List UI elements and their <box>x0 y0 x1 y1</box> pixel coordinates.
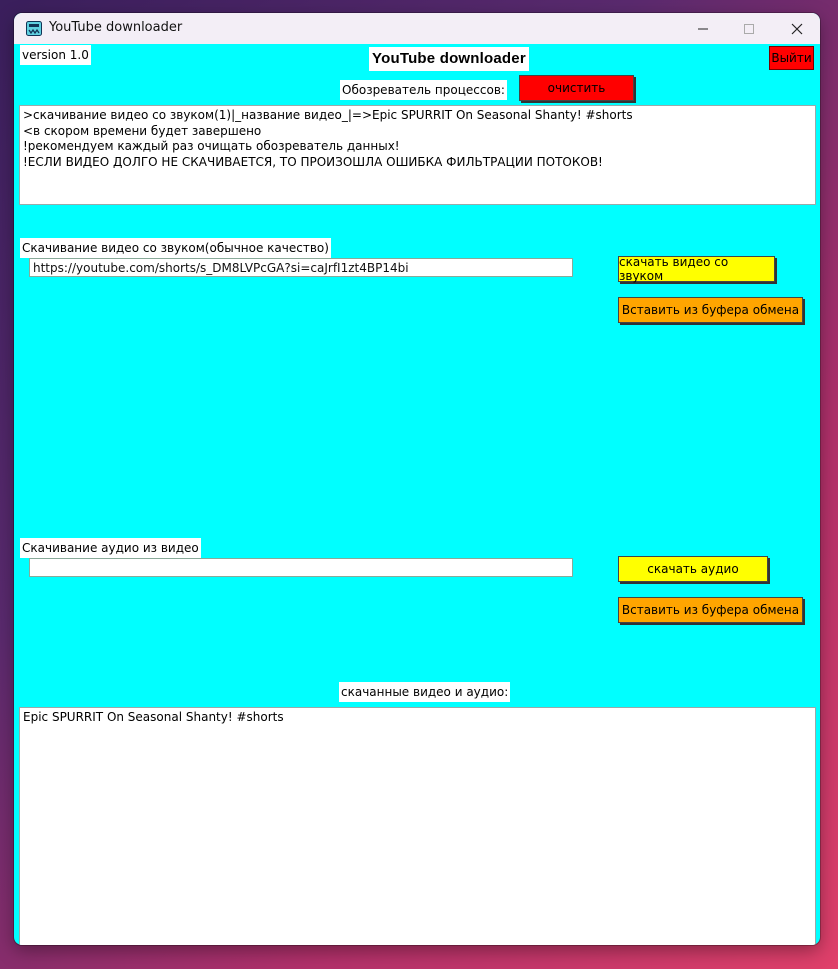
clear-button[interactable]: очистить <box>519 75 634 101</box>
video-url-input[interactable]: https://youtube.com/shorts/s_DM8LVPcGA?s… <box>29 258 573 277</box>
download-video-button[interactable]: скачать видео со звуком <box>618 255 775 283</box>
process-viewer-label: Обозреватель процессов: <box>340 80 507 100</box>
audio-section-label: Скачивание аудио из видео <box>20 538 201 558</box>
process-viewer-log[interactable]: >скачивание видео со звуком(1)|_название… <box>19 105 816 205</box>
video-section-label: Скачивание видео со звуком(обычное качес… <box>20 238 331 258</box>
maximize-icon <box>744 23 754 34</box>
downloads-label: скачанные видео и аудио: <box>339 682 511 702</box>
audio-url-input[interactable] <box>29 558 573 577</box>
title-bar: YouTube downloader <box>14 13 820 44</box>
window-title: YouTube downloader <box>49 20 183 35</box>
app-icon <box>26 21 42 36</box>
log-line: <в скором времени будет завершено <box>23 123 262 138</box>
paste-audio-url-button[interactable]: Вставить из буфера обмена <box>618 597 803 623</box>
version-label: version 1.0 <box>20 45 91 65</box>
download-audio-button[interactable]: скачать аудио <box>618 556 768 582</box>
exit-button[interactable]: Выйти <box>769 46 814 70</box>
minimize-button[interactable] <box>680 13 726 44</box>
close-icon <box>791 23 803 34</box>
log-line: !рекомендуем каждый раз очищать обозрева… <box>23 139 400 153</box>
minimize-icon <box>698 28 708 29</box>
downloads-list[interactable]: Epic SPURRIT On Seasonal Shanty! #shorts <box>19 707 816 945</box>
log-line: !ЕСЛИ ВИДЕО ДОЛГО НЕ СКАЧИВАЕТСЯ, ТО ПРО… <box>23 154 603 169</box>
app-heading: YouTube downloader <box>369 47 529 71</box>
close-button[interactable] <box>774 13 820 44</box>
main-content: version 1.0 YouTube downloader Выйти Обо… <box>14 44 820 945</box>
log-line: >скачивание видео со звуком(1)|_название… <box>23 108 633 122</box>
paste-video-url-button[interactable]: Вставить из буфера обмена <box>618 297 803 323</box>
app-window: YouTube downloader version 1.0 YouTube d… <box>14 13 820 945</box>
list-item: Epic SPURRIT On Seasonal Shanty! #shorts <box>23 710 284 724</box>
maximize-button[interactable] <box>726 13 772 44</box>
